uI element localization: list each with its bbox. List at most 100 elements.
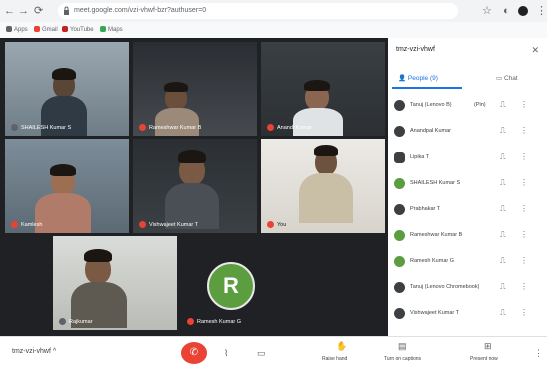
camera-toggle-button[interactable]: ▭ [257,348,266,358]
back-icon[interactable]: ← [4,4,15,18]
reload-icon[interactable]: ⟳ [34,4,43,18]
bookmarks-bar: Apps Gmail YouTube Maps [0,22,547,39]
participant-name: Vishwajeet Kumar T [410,310,460,316]
participant-name: Ramesh Kumar G [410,258,455,264]
more-icon[interactable]: ⋮ [520,230,528,240]
meeting-code[interactable]: tmz-vzi-vhwf ^ [12,348,56,355]
avatar [394,152,405,163]
more-icon[interactable]: ⋮ [520,126,528,136]
participant-name: Ramesh Kumar G [187,318,241,326]
address-bar[interactable]: meet.google.com/vzi-vhwf-bzr?authuser=0 [58,3,458,19]
active-tab-indicator [392,87,462,89]
present-label: Present now [470,356,498,362]
people-list-item[interactable]: Tanuj (Lenovo B) (Pin) ⎍ ⋮ [388,92,547,118]
bookmark-apps[interactable]: Apps [6,26,28,34]
participant-name: Rameshwar Kumar B [139,124,201,132]
phone-icon: ✆ [189,347,199,358]
participant-name: Rajkumar [59,318,93,326]
people-icon: 👤 [398,75,407,82]
extension-icon[interactable]: ◐ [503,4,510,18]
avatar [394,308,405,319]
mic-off-icon: ⌇ [224,348,229,358]
mic-icon[interactable]: ⎍ [500,126,506,136]
more-options-button[interactable]: ⋮ [534,348,543,358]
more-icon[interactable]: ⋮ [520,204,528,214]
tab-people[interactable]: 👤 People (9) [398,74,438,84]
participant-tile[interactable]: SHAILESH Kumar S [5,42,129,136]
avatar [394,282,405,293]
participant-tile[interactable]: Rajkumar [53,236,177,330]
participant-avatar: R [207,262,255,310]
more-icon[interactable]: ⋮ [520,100,528,110]
participant-name: Rameshwar Kumar B [410,232,463,238]
bookmark-maps[interactable]: Maps [100,26,123,34]
present-button[interactable]: ⊞ [484,341,492,351]
participant-tile[interactable]: Rameshwar Kumar B [133,42,257,136]
menu-icon[interactable]: ⋮ [536,4,547,18]
mic-toggle-button[interactable]: ⌇ [224,348,228,358]
lock-icon [64,6,69,15]
participant-tile[interactable]: Vishwajeet Kumar T [133,139,257,233]
avatar [394,230,405,241]
participant-name: Lipika T [410,154,430,160]
people-list-item[interactable]: Anandpal Kumar ⎍ ⋮ [388,118,547,144]
bookmark-gmail[interactable]: Gmail [34,26,58,34]
hang-up-button[interactable]: ✆ [181,342,207,364]
participant-tile[interactable]: Anandi Kumar [261,42,385,136]
more-icon[interactable]: ⋮ [520,178,528,188]
present-icon: ⊞ [484,341,492,351]
participant-tile[interactable]: R Ramesh Kumar G [181,236,305,330]
more-icon[interactable]: ⋮ [520,308,528,318]
participant-name: Anandpal Kumar [410,128,451,134]
people-list-item[interactable]: Ramesh Kumar G ⎍ ⋮ [388,248,547,274]
people-list-item[interactable]: Tanuj (Lenovo Chromebook) ⎍ ⋮ [388,274,547,300]
bookmark-youtube[interactable]: YouTube [62,26,94,34]
mic-icon[interactable]: ⎍ [500,282,506,292]
people-list-item[interactable]: Vishwajeet Kumar T ⎍ ⋮ [388,300,547,326]
participant-name: Vishwajeet Kumar T [139,221,198,229]
participant-name: SHAILESH Kumar S [11,124,71,132]
profile-icon[interactable] [518,6,528,16]
hand-icon: ✋ [336,341,348,351]
people-list-item[interactable]: Lipika T ⎍ ⋮ [388,144,547,170]
participant-name: Prabhakar T [410,206,441,212]
mic-icon[interactable]: ⎍ [500,256,506,266]
people-list-item[interactable]: Prabhakar T ⎍ ⋮ [388,196,547,222]
mic-icon[interactable]: ⎍ [500,152,506,162]
pin-label: (Pin) [474,102,486,108]
url-text: meet.google.com/vzi-vhwf-bzr?authuser=0 [74,7,207,14]
people-list-item[interactable]: Rameshwar Kumar B ⎍ ⋮ [388,222,547,248]
avatar [394,100,405,111]
raise-hand-button[interactable]: ✋ [336,341,347,351]
forward-icon[interactable]: → [18,4,29,18]
avatar [394,204,405,215]
more-icon: ⋮ [534,348,543,358]
participant-name: Tanuj (Lenovo Chromebook) [410,284,480,290]
more-icon[interactable]: ⋮ [520,152,528,162]
participant-name: Tanuj (Lenovo B) [410,102,452,108]
mic-icon[interactable]: ⎍ [500,100,506,110]
mic-icon[interactable]: ⎍ [500,308,506,318]
mic-icon[interactable]: ⎍ [500,230,506,240]
participant-name: You [267,221,286,229]
star-icon[interactable]: ☆ [482,4,492,18]
mic-icon[interactable]: ⎍ [500,178,506,188]
call-controls: tmz-vzi-vhwf ^ ✆ ⌇ ▭ ✋ Raise hand ▤ Turn… [0,336,547,368]
tab-chat[interactable]: ▭ Chat [496,74,518,84]
captions-label: Turn on captions [384,356,422,362]
people-list-item[interactable]: SHAILESH Kumar S ⎍ ⋮ [388,170,547,196]
close-icon[interactable]: ✕ [531,45,539,56]
more-icon[interactable]: ⋮ [520,282,528,292]
participant-tile[interactable]: You [261,139,385,233]
avatar [394,256,405,267]
mic-icon[interactable]: ⎍ [500,204,506,214]
chat-icon: ▭ [496,75,503,82]
chevron-up-icon: ^ [52,348,57,355]
browser-toolbar: ← → ⟳ meet.google.com/vzi-vhwf-bzr?authu… [0,0,547,22]
avatar [394,178,405,189]
captions-button[interactable]: ▤ [398,341,407,351]
more-icon[interactable]: ⋮ [520,256,528,266]
participant-name: Kamlesh [11,221,42,229]
participant-tile[interactable]: Kamlesh [5,139,129,233]
avatar [394,126,405,137]
